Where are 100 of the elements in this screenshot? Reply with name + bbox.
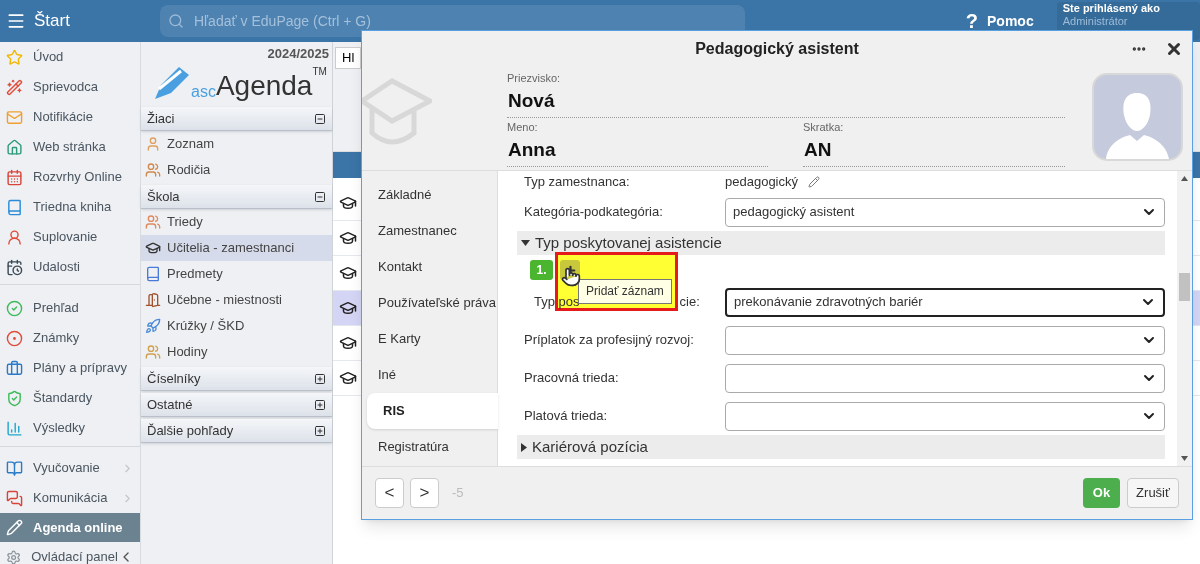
next-button[interactable]: > (410, 478, 439, 508)
book-icon (6, 198, 23, 216)
scroll-up-icon[interactable] (1181, 176, 1188, 181)
sidebar-item[interactable]: Triedna kniha (0, 192, 140, 222)
section-header[interactable]: Číselníky (141, 367, 332, 391)
book-icon (145, 266, 161, 282)
sidebar-item[interactable]: Vyučovanie (0, 453, 140, 483)
dialog-tab[interactable]: Zamestnanec (362, 213, 497, 249)
nav-item[interactable]: Triedy (141, 209, 332, 235)
school-year: 2024/2025 (267, 45, 329, 62)
sidebar-item[interactable]: Notifikácie (0, 102, 140, 132)
expand-icon[interactable] (314, 424, 326, 437)
nav-item[interactable]: Učebne - miestnosti (141, 287, 332, 313)
scroll-down-icon[interactable] (1181, 456, 1188, 461)
section-header[interactable]: Žiaci (141, 107, 332, 131)
section-title: Ďalšie pohľady (147, 421, 234, 440)
settings-icon (6, 548, 22, 564)
grade-icon (6, 329, 23, 347)
people-icon (145, 162, 161, 178)
calendar-icon (6, 168, 23, 186)
section-header[interactable]: Škola (141, 185, 332, 209)
people-icon (145, 214, 161, 230)
sidebar-item[interactable]: Ovládací panel (0, 542, 140, 564)
caret-down-icon[interactable] (521, 240, 530, 246)
cancel-button[interactable]: Zrušiť (1127, 478, 1179, 508)
collapse-icon[interactable] (314, 190, 326, 203)
person-icon (145, 136, 161, 152)
scroll-thumb[interactable] (1179, 273, 1190, 301)
chat-icon (6, 489, 23, 507)
dialog-tab[interactable]: Kontakt (362, 249, 497, 285)
field-label: Priezvisko: (507, 71, 562, 86)
field-label: Kategória-podkategória: (524, 203, 664, 222)
nav-item[interactable]: Učitelia - zamestnanci (141, 235, 332, 261)
section-header[interactable]: Ostatné (141, 393, 332, 417)
expand-icon[interactable] (314, 372, 326, 385)
caret-right-icon[interactable] (521, 442, 527, 452)
sidebar-item[interactable]: Web stránka (0, 132, 140, 162)
section-header[interactable]: Ďalšie pohľady (141, 419, 332, 443)
sidebar-item[interactable]: Prehľad (0, 293, 140, 323)
people-icon (145, 344, 161, 360)
select-field[interactable] (725, 325, 1165, 355)
dialog-title: Pedagogický asistent (695, 38, 859, 59)
nav-item[interactable]: Predmety (141, 261, 332, 287)
wand-icon (6, 78, 23, 96)
graduation-cap-icon (339, 299, 357, 317)
sidebar-item[interactable]: Plány a prípravy (0, 353, 140, 383)
sidebar-item[interactable]: Udalosti (0, 252, 140, 282)
section-title: Žiaci (147, 109, 175, 128)
field-value: pedagogický (725, 173, 798, 192)
collapse-icon[interactable] (314, 112, 326, 125)
sidebar-item[interactable]: Agenda online (0, 513, 140, 542)
sidebar-item[interactable]: Známky (0, 323, 140, 353)
dialog-tab[interactable]: Základné (362, 177, 497, 213)
dialog-tab[interactable]: RIS (367, 393, 498, 429)
check-icon (6, 299, 23, 317)
nav-item[interactable]: Hodiny (141, 339, 332, 365)
help-link[interactable]: Pomoc (987, 10, 1034, 32)
door-icon (145, 292, 161, 308)
select-field[interactable]: prekonávanie zdravotných bariér (725, 287, 1165, 317)
star-icon (6, 48, 23, 66)
hand-cursor-icon (561, 267, 581, 287)
graduation-cap-icon (339, 334, 357, 352)
envelope-icon (6, 108, 23, 126)
scrollbar[interactable] (1177, 171, 1192, 466)
sidebar-item[interactable]: Štandardy (0, 383, 140, 413)
section-title: Číselníky (147, 369, 201, 388)
select-field[interactable]: pedagogický asistent (725, 197, 1165, 227)
briefcase-icon (6, 359, 23, 377)
field-label: Príplatok za profesijný rozvoj: (524, 331, 695, 350)
tooltip: Pridať záznam (578, 279, 672, 304)
sidebar-item[interactable]: Suplovanie (0, 222, 140, 252)
nav-item[interactable]: Rodičia (141, 157, 332, 183)
dialog-tab[interactable]: Používateľské práva (362, 285, 497, 321)
dialog-tab[interactable]: E Karty (362, 321, 497, 357)
nav-item[interactable]: Zoznam (141, 131, 332, 157)
open-book-icon (6, 459, 23, 477)
sidebar-item[interactable]: Úvod (0, 42, 140, 72)
section-title: Ostatné (147, 395, 193, 414)
section-header[interactable]: Typ poskytovanej asistencie (517, 231, 1165, 255)
previous-button[interactable]: < (375, 478, 404, 508)
login-user: Administrátor (1062, 15, 1129, 28)
select-field[interactable] (725, 363, 1165, 393)
sidebar-item[interactable]: Rozvrhy Online (0, 162, 140, 192)
section-header[interactable]: Kariérová pozícia (517, 435, 1165, 459)
person-icon (6, 228, 23, 246)
shield-icon (6, 389, 23, 407)
nav-item[interactable]: Krúžky / ŠKD (141, 313, 332, 339)
page-tab[interactable]: Hl (335, 47, 362, 69)
pencil-icon[interactable] (808, 176, 820, 188)
sidebar-item[interactable]: Komunikácia (0, 483, 140, 513)
field-label: Typ pos (533, 293, 580, 312)
expand-icon[interactable] (314, 398, 326, 411)
sidebar-item[interactable]: Sprievodca (0, 72, 140, 102)
section-title: Škola (147, 187, 180, 206)
dialog-tab[interactable]: Iné (362, 357, 497, 393)
field-label: Typ zamestnanca: (524, 173, 631, 192)
dialog-tab[interactable]: Registratúra (362, 429, 497, 465)
menu-button[interactable] (6, 11, 26, 31)
sidebar-item[interactable]: Výsledky (0, 413, 140, 443)
select-field[interactable] (725, 401, 1165, 431)
